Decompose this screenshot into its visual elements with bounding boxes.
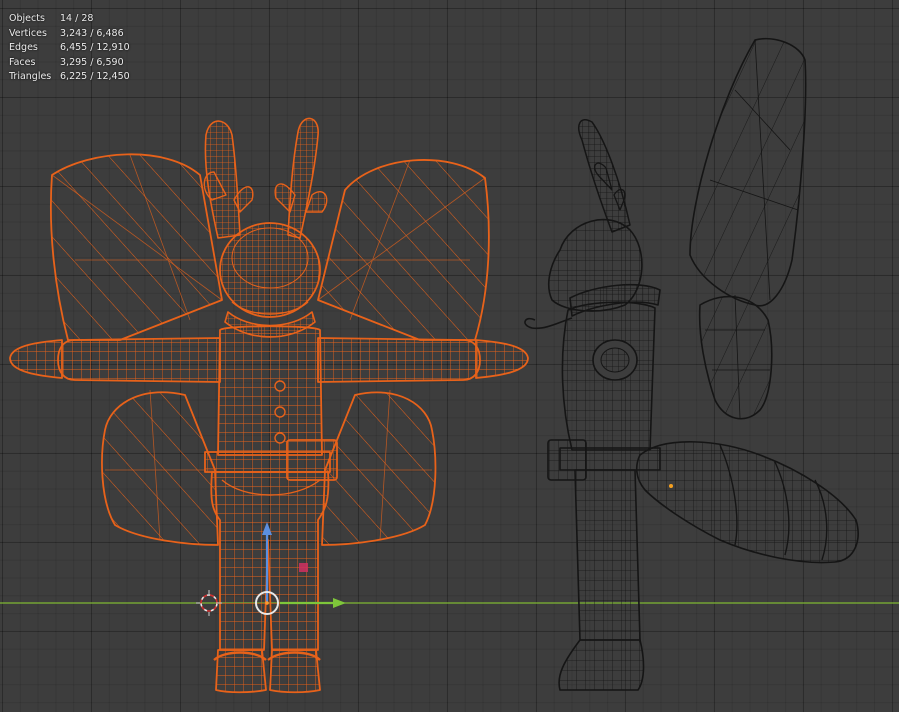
front-legs[interactable] [210,471,330,651]
front-arm-right[interactable] [317,337,529,383]
front-antler-left[interactable] [203,120,254,239]
front-lower-wing-right[interactable] [321,389,437,546]
front-view-model[interactable] [9,117,529,694]
origin-dot [265,601,269,605]
side-antlers[interactable] [578,119,631,233]
side-torso[interactable] [561,301,656,451]
front-head[interactable] [219,222,321,318]
front-arm-left[interactable] [9,337,221,383]
front-antler-right[interactable] [274,117,328,239]
scene-canvas[interactable] [0,0,899,712]
side-tail[interactable] [635,441,859,564]
side-lower-wing[interactable] [698,294,773,420]
side-leg[interactable] [558,469,645,691]
front-feet[interactable] [213,649,321,694]
3d-viewport[interactable]: Objects 14 / 28 Vertices 3,243 / 6,486 E… [0,0,899,712]
side-origin-dot [669,484,673,488]
side-upper-wing[interactable] [689,38,807,307]
front-upper-wing-right[interactable] [317,159,490,341]
side-view-model[interactable] [524,38,859,691]
front-lower-wing-left[interactable] [101,389,219,546]
gizmo-plane-handle[interactable] [299,563,308,572]
gizmo-x-arrow-icon[interactable] [333,598,346,608]
front-upper-wing-left[interactable] [50,153,223,341]
front-torso[interactable] [217,325,323,456]
